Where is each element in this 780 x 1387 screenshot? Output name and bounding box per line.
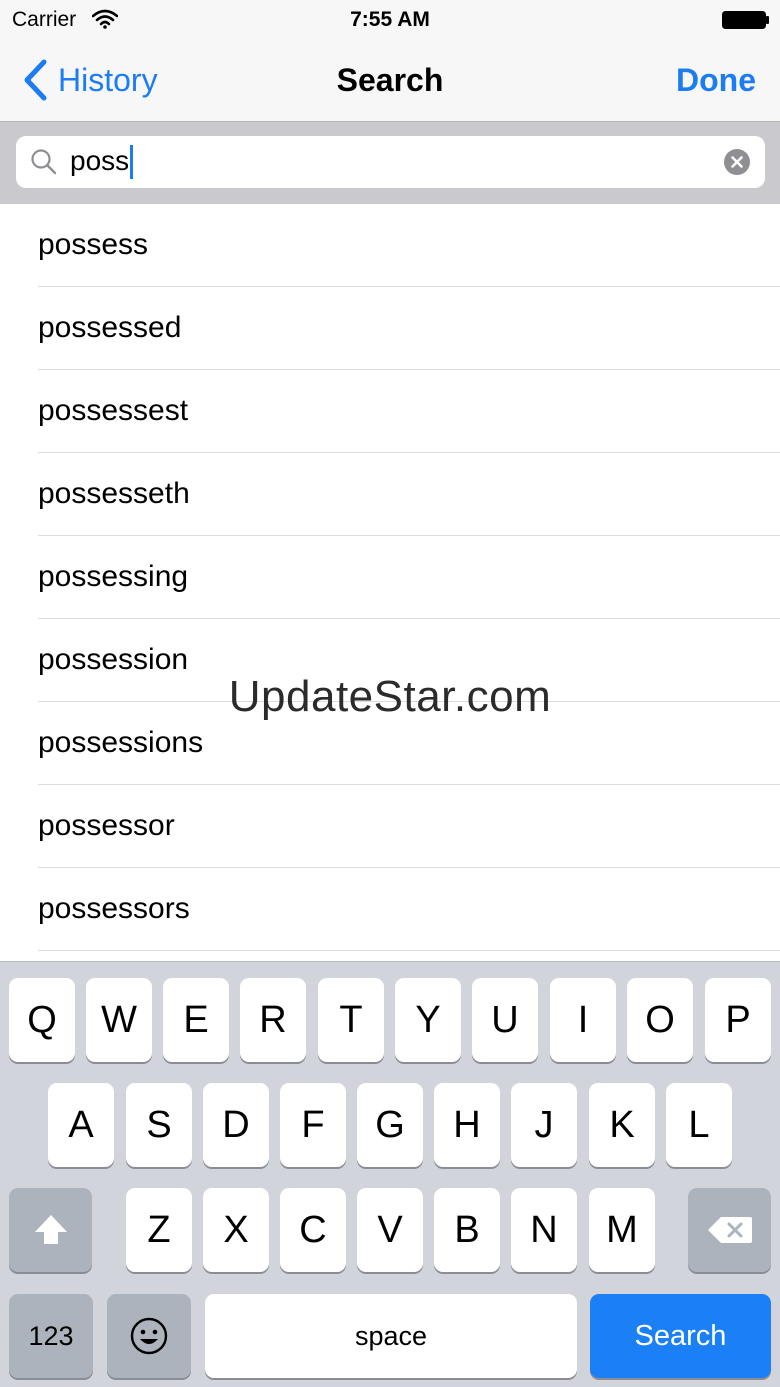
key-k[interactable]: K — [589, 1083, 655, 1167]
delete-key[interactable] — [688, 1188, 771, 1272]
search-bar: poss — [0, 122, 780, 204]
watermark: UpdateStar.com — [228, 672, 552, 721]
key-n[interactable]: N — [511, 1188, 577, 1272]
done-button[interactable]: Done — [676, 62, 756, 99]
key-s[interactable]: S — [126, 1083, 192, 1167]
space-key[interactable]: space — [205, 1294, 577, 1378]
list-item[interactable]: possesseth — [0, 453, 780, 536]
list-item[interactable]: possessor — [0, 785, 780, 868]
key-u[interactable]: U — [472, 978, 538, 1062]
list-item-label: possessors — [38, 892, 190, 925]
list-item-label: possessing — [38, 560, 189, 593]
key-l[interactable]: L — [666, 1083, 732, 1167]
list-item[interactable]: possessing — [0, 536, 780, 619]
status-time: 7:55 AM — [350, 8, 430, 31]
key-w[interactable]: W — [86, 978, 152, 1062]
key-c[interactable]: C — [280, 1188, 346, 1272]
keyboard: Q W E R T Y U I O P A S D F G H J K L Z … — [0, 961, 780, 1387]
list-item-label: possessor — [38, 809, 175, 842]
key-y[interactable]: Y — [395, 978, 461, 1062]
list-item-label: possessest — [38, 394, 189, 427]
list-item[interactable]: possessed — [0, 287, 780, 370]
shift-arrow-icon — [34, 1215, 67, 1244]
key-q[interactable]: Q — [9, 978, 75, 1062]
search-query-text: poss — [70, 145, 134, 180]
status-bar: Carrier 7:55 AM — [0, 0, 780, 40]
key-f[interactable]: F — [280, 1083, 346, 1167]
list-item[interactable]: possessors — [0, 868, 780, 951]
list-item[interactable]: possess — [0, 204, 780, 287]
clear-text-icon[interactable] — [724, 149, 750, 175]
key-o[interactable]: O — [627, 978, 693, 1062]
list-item-label: possessions — [38, 726, 204, 759]
key-m[interactable]: M — [589, 1188, 655, 1272]
key-x[interactable]: X — [203, 1188, 269, 1272]
key-r[interactable]: R — [240, 978, 306, 1062]
page-title: Search — [336, 62, 444, 98]
key-i[interactable]: I — [550, 978, 616, 1062]
numbers-key[interactable]: 123 — [9, 1294, 93, 1378]
key-h[interactable]: H — [434, 1083, 500, 1167]
list-item-label: possessed — [38, 311, 182, 344]
list-item-label: possess — [38, 228, 149, 261]
key-z[interactable]: Z — [126, 1188, 192, 1272]
key-t[interactable]: T — [318, 978, 384, 1062]
key-e[interactable]: E — [163, 978, 229, 1062]
key-d[interactable]: D — [203, 1083, 269, 1167]
row-divider — [38, 950, 780, 951]
battery-icon — [722, 11, 769, 29]
text-cursor — [130, 145, 134, 180]
key-j[interactable]: J — [511, 1083, 577, 1167]
emoji-key[interactable] — [107, 1294, 191, 1378]
key-a[interactable]: A — [48, 1083, 114, 1167]
navigation-bar: History Search Done — [0, 40, 780, 122]
search-icon — [31, 149, 57, 175]
key-b[interactable]: B — [434, 1188, 500, 1272]
search-input[interactable]: poss — [16, 136, 765, 188]
emoji-icon — [130, 1317, 168, 1355]
backspace-icon — [707, 1217, 752, 1243]
search-key[interactable]: Search — [590, 1294, 771, 1378]
list-item-label: possesseth — [38, 477, 190, 510]
list-item[interactable]: possessest — [0, 370, 780, 453]
key-v[interactable]: V — [357, 1188, 423, 1272]
search-results-list: possess possessed possessest possesseth … — [0, 204, 780, 961]
key-p[interactable]: P — [705, 978, 771, 1062]
shift-key[interactable] — [9, 1188, 92, 1272]
key-g[interactable]: G — [357, 1083, 423, 1167]
